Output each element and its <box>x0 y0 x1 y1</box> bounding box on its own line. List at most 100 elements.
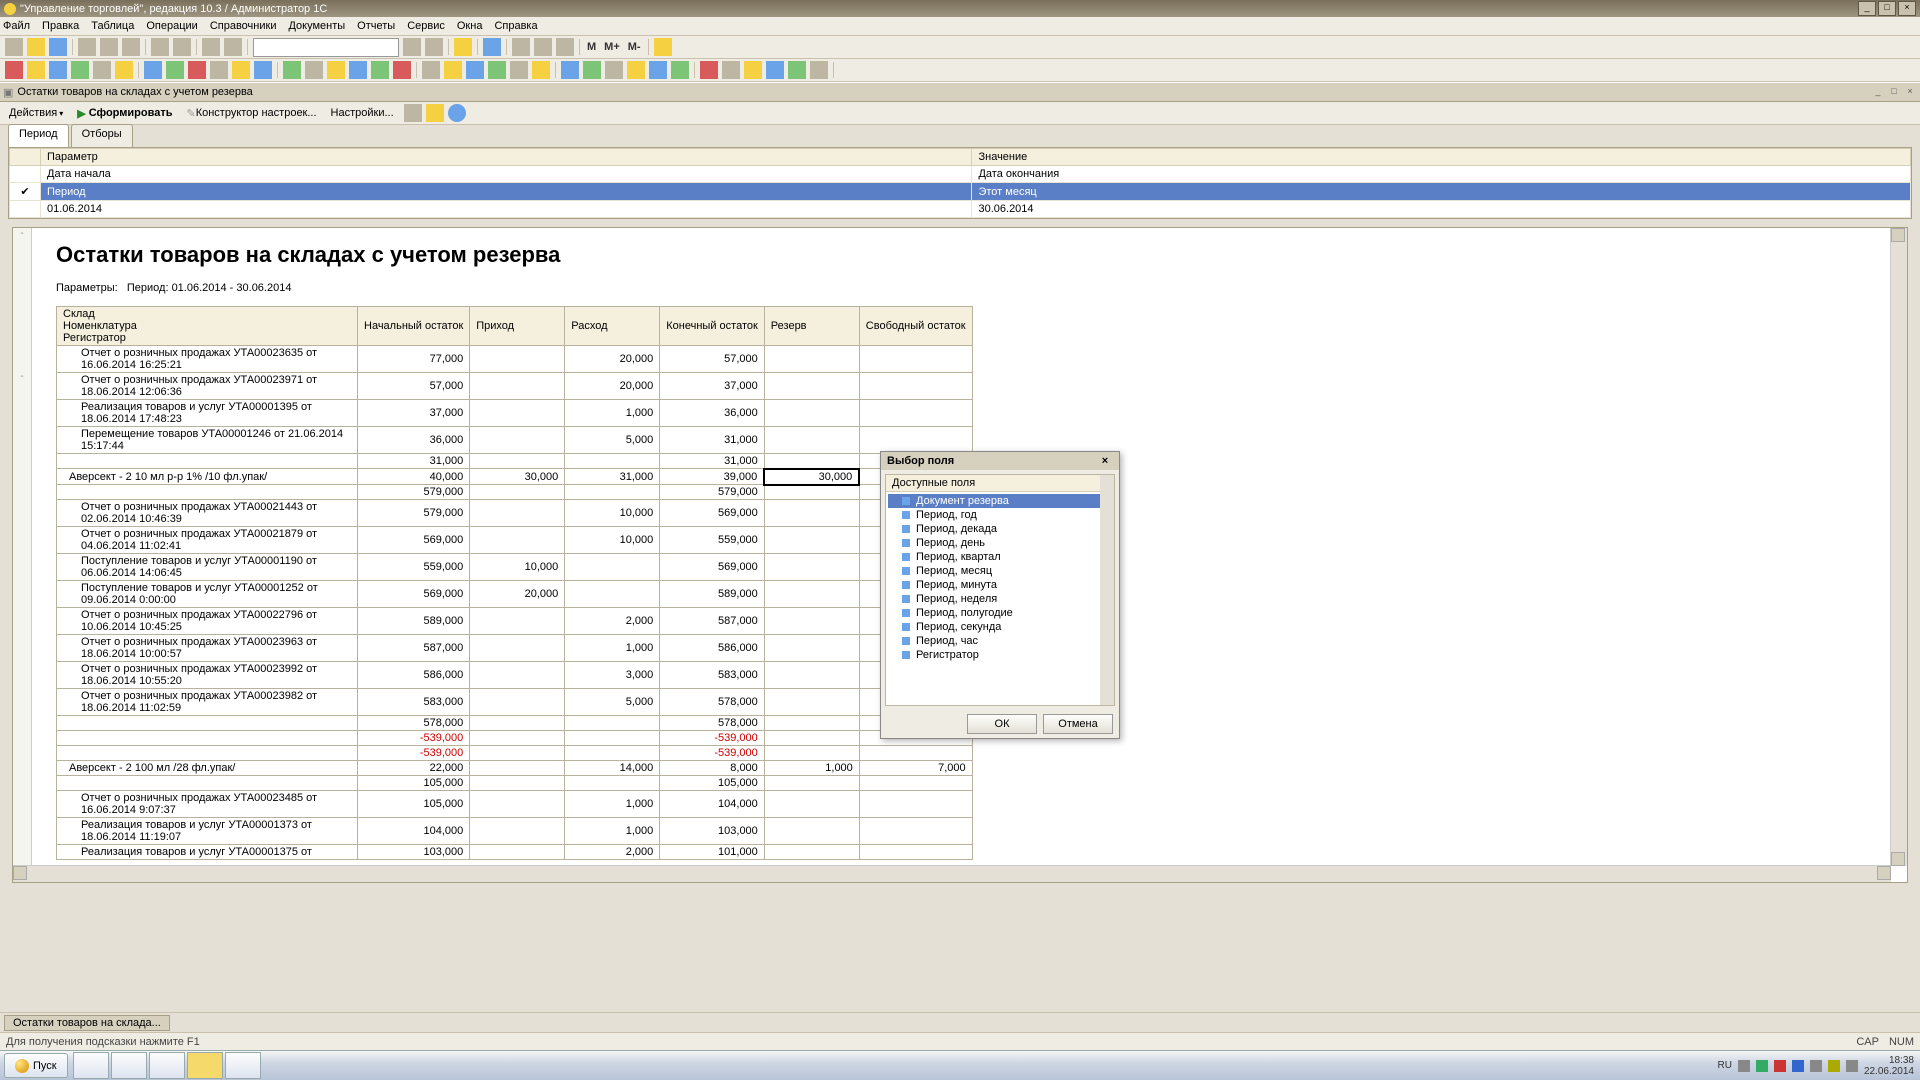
tray-icon[interactable] <box>1810 1060 1822 1072</box>
sum-icon[interactable] <box>556 38 574 56</box>
menu-Окна[interactable]: Окна <box>457 20 483 32</box>
memory-m[interactable]: M <box>583 41 600 53</box>
toolbar-icon-23[interactable] <box>532 61 550 79</box>
doc-close-button[interactable]: × <box>1903 86 1917 98</box>
toolbar-standard[interactable]: M M+ M- <box>0 36 1920 59</box>
table-row[interactable]: Перемещение товаров УТА00001246 от 21.06… <box>57 427 973 454</box>
help-icon[interactable] <box>483 38 501 56</box>
toolbar-icon-11[interactable] <box>254 61 272 79</box>
preview-icon[interactable] <box>173 38 191 56</box>
action-icon-2[interactable] <box>426 104 444 122</box>
table-row[interactable]: Поступление товаров и услуг УТА00001252 … <box>57 581 973 608</box>
copy-icon[interactable] <box>100 38 118 56</box>
tab-period[interactable]: Период <box>8 124 69 147</box>
field-item[interactable]: Период, неделя <box>888 592 1112 606</box>
brush-icon[interactable] <box>654 38 672 56</box>
table-row[interactable]: Аверсект - 2 10 мл р-р 1% /10 фл.упак/40… <box>57 469 973 485</box>
field-item[interactable]: Регистратор <box>888 648 1112 662</box>
toolbar-icon-24[interactable] <box>561 61 579 79</box>
table-row[interactable]: Отчет о розничных продажах УТА00023635 о… <box>57 346 973 373</box>
dialog-scrollbar[interactable] <box>1100 475 1114 705</box>
print-icon[interactable] <box>151 38 169 56</box>
table-row[interactable]: Отчет о розничных продажах УТА00023982 о… <box>57 689 973 716</box>
table-row[interactable]: -539,000-539,000 <box>57 746 973 761</box>
filter-tabs[interactable]: Период Отборы <box>0 127 1920 147</box>
save-icon[interactable] <box>49 38 67 56</box>
find-icon[interactable] <box>403 38 421 56</box>
report-vscrollbar[interactable] <box>1890 228 1907 866</box>
memory-m-minus[interactable]: M- <box>624 41 645 53</box>
menu-Справка[interactable]: Справка <box>494 20 537 32</box>
os-taskbar[interactable]: Пуск RU 18:3822.06.2014 <box>0 1050 1920 1080</box>
field-item[interactable]: Период, минута <box>888 578 1112 592</box>
toolbar-icon-25[interactable] <box>583 61 601 79</box>
toolbar-icon-21[interactable] <box>488 61 506 79</box>
toolbar-icon-17[interactable] <box>393 61 411 79</box>
table-row[interactable]: Отчет о розничных продажах УТА00021443 о… <box>57 500 973 527</box>
toolbar-icon-10[interactable] <box>232 61 250 79</box>
table-row[interactable]: Поступление товаров и услуг УТА00001190 … <box>57 554 973 581</box>
field-item[interactable]: Период, квартал <box>888 550 1112 564</box>
settings-button[interactable]: Настройки... <box>325 105 400 121</box>
table-row[interactable]: Отчет о розничных продажах УТА00022796 о… <box>57 608 973 635</box>
outline-gutter[interactable]: -- <box>13 228 32 882</box>
toolbar-icon-8[interactable] <box>188 61 206 79</box>
doc-maximize-button[interactable]: □ <box>1887 86 1901 98</box>
tab-filters[interactable]: Отборы <box>71 124 133 147</box>
menu-Сервис[interactable]: Сервис <box>407 20 445 32</box>
taskbar-app-1[interactable] <box>73 1052 109 1079</box>
toolbar-icon-20[interactable] <box>466 61 484 79</box>
clock[interactable]: 18:3822.06.2014 <box>1864 1055 1914 1077</box>
table-row[interactable]: Отчет о розничных продажах УТА00023992 о… <box>57 662 973 689</box>
parameters-grid[interactable]: ПараметрЗначение Дата началаДата окончан… <box>8 147 1912 219</box>
ok-button[interactable]: ОК <box>967 714 1037 734</box>
close-button[interactable]: × <box>1898 1 1916 16</box>
doc-minimize-button[interactable]: _ <box>1871 86 1885 98</box>
toolbar-app[interactable] <box>0 59 1920 82</box>
memory-m-plus[interactable]: M+ <box>600 41 624 53</box>
table-row[interactable]: Отчет о розничных продажах УТА00021879 о… <box>57 527 973 554</box>
report-table[interactable]: Склад Номенклатура Регистратор Начальный… <box>56 306 973 860</box>
toolbar-icon-6[interactable] <box>144 61 162 79</box>
menu-Файл[interactable]: Файл <box>3 20 30 32</box>
table-row[interactable]: 578,000578,000 <box>57 716 973 731</box>
toolbar-icon-35[interactable] <box>810 61 828 79</box>
report-action-bar[interactable]: Действия ▶Сформировать ✎ Конструктор нас… <box>0 102 1920 125</box>
field-item[interactable]: Период, полугодие <box>888 606 1112 620</box>
settings-wizard-button[interactable]: ✎ Конструктор настроек... <box>180 105 322 122</box>
tray-icon[interactable] <box>1828 1060 1840 1072</box>
toolbar-icon-18[interactable] <box>422 61 440 79</box>
table-row[interactable]: Реализация товаров и услуг УТА00001375 о… <box>57 845 973 860</box>
toolbar-icon-2[interactable] <box>49 61 67 79</box>
paste-icon[interactable] <box>122 38 140 56</box>
menu-Таблица[interactable]: Таблица <box>91 20 134 32</box>
table-row[interactable]: Отчет о розничных продажах УТА00023971 о… <box>57 373 973 400</box>
table-row[interactable]: 579,000579,000 <box>57 485 973 500</box>
mdi-window-item[interactable]: Остатки товаров на склада... <box>4 1015 170 1031</box>
toolbar-icon-33[interactable] <box>766 61 784 79</box>
new-icon[interactable] <box>5 38 23 56</box>
action-icon-1[interactable] <box>404 104 422 122</box>
field-item[interactable]: Период, декада <box>888 522 1112 536</box>
taskbar-app-5[interactable] <box>225 1052 261 1079</box>
tray-icon[interactable] <box>1738 1060 1750 1072</box>
find-next-icon[interactable] <box>425 38 443 56</box>
field-item[interactable]: Документ резерва <box>888 494 1112 508</box>
report-hscrollbar[interactable] <box>13 865 1891 882</box>
toolbar-icon-15[interactable] <box>349 61 367 79</box>
toolbar-icon-34[interactable] <box>788 61 806 79</box>
field-item[interactable]: Период, день <box>888 536 1112 550</box>
toolbar-icon-1[interactable] <box>27 61 45 79</box>
dialog-close-button[interactable]: × <box>1097 455 1113 467</box>
toolbar-icon-29[interactable] <box>671 61 689 79</box>
tray-icon[interactable] <box>1756 1060 1768 1072</box>
menu-bar[interactable]: ФайлПравкаТаблицаОперацииСправочникиДоку… <box>0 17 1920 36</box>
cut-icon[interactable] <box>78 38 96 56</box>
cancel-button[interactable]: Отмена <box>1043 714 1113 734</box>
grid-icon[interactable] <box>512 38 530 56</box>
menu-Операции[interactable]: Операции <box>146 20 197 32</box>
toolbar-icon-13[interactable] <box>305 61 323 79</box>
tray-icon[interactable] <box>1774 1060 1786 1072</box>
table-row[interactable]: 105,000105,000 <box>57 776 973 791</box>
redo-icon[interactable] <box>224 38 242 56</box>
